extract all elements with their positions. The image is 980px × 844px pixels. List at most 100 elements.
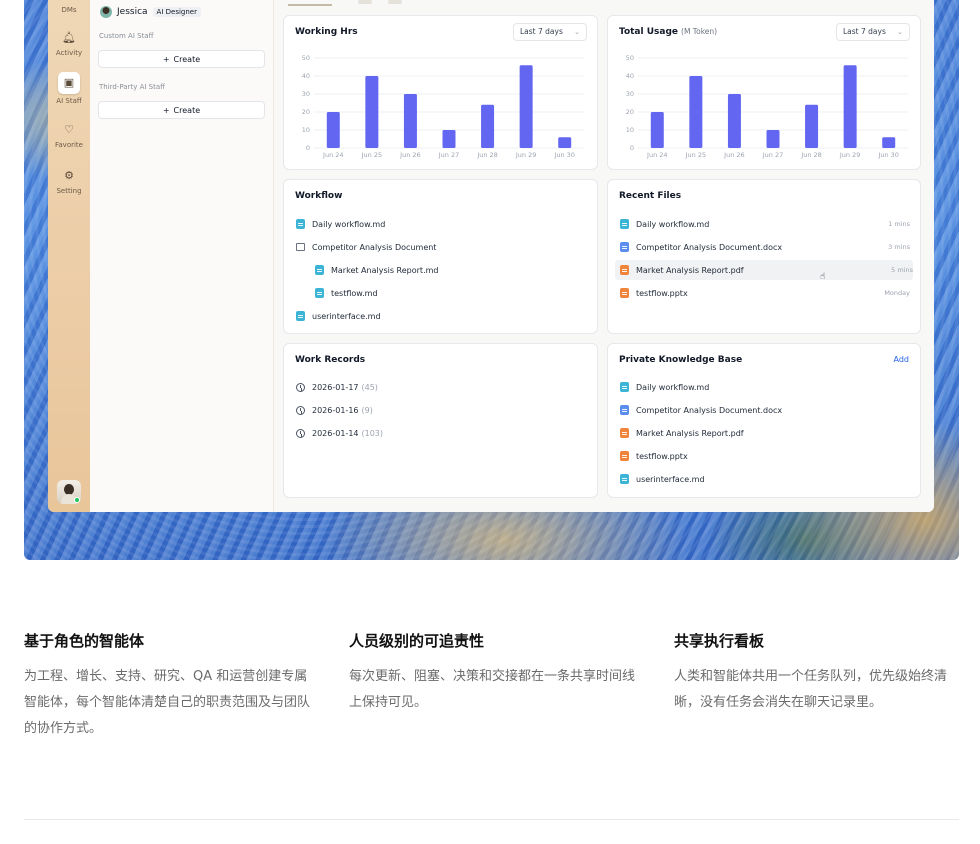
recent-file-row[interactable]: Daily workflow.md 1 mins bbox=[620, 214, 910, 234]
card-title: Working Hrs bbox=[295, 27, 358, 37]
work-record-row[interactable]: 2026-01-17 (45) bbox=[296, 377, 587, 397]
file-name: testflow.pptx bbox=[636, 288, 688, 298]
bar[interactable] bbox=[689, 76, 703, 148]
markdown-file-icon bbox=[296, 311, 305, 321]
tab-bar bbox=[288, 0, 408, 8]
x-tick-label: Jun 24 bbox=[646, 151, 668, 159]
section-divider bbox=[24, 819, 959, 820]
recent-file-row[interactable]: Market Analysis Report.pdf 5 mins bbox=[615, 260, 913, 280]
rail-item-favorite[interactable]: ♡ Favorite bbox=[48, 122, 90, 149]
x-tick-label: Jun 30 bbox=[553, 151, 575, 159]
bar[interactable] bbox=[650, 112, 664, 148]
folder-name: Competitor Analysis Document bbox=[312, 242, 437, 252]
staff-role-badge: AI Designer bbox=[152, 7, 201, 17]
file-name: Market Analysis Report.md bbox=[331, 265, 439, 275]
rail-item-setting[interactable]: ⚙︎ Setting bbox=[48, 168, 90, 195]
workflow-item[interactable]: Market Analysis Report.md bbox=[315, 260, 587, 280]
workflow-item[interactable]: testflow.md bbox=[315, 283, 587, 303]
knowledge-item[interactable]: Daily workflow.md bbox=[620, 377, 910, 397]
x-tick-label: Jun 29 bbox=[839, 151, 861, 159]
folder-icon bbox=[296, 243, 305, 251]
knowledge-item[interactable]: Market Analysis Report.pdf bbox=[620, 423, 910, 443]
record-date: 2026-01-16 bbox=[312, 405, 359, 415]
tab-history[interactable] bbox=[388, 0, 402, 4]
y-tick-label: 0 bbox=[630, 144, 634, 152]
recent-files-card: Recent Files Daily workflow.md 1 mins Co… bbox=[607, 179, 921, 334]
feature-body: 为工程、增长、支持、研究、QA 和运营创建专属智能体，每个智能体清楚自己的职责范… bbox=[24, 669, 311, 736]
bar[interactable] bbox=[403, 94, 417, 148]
bar[interactable] bbox=[882, 137, 896, 148]
knowledge-base-card: Private Knowledge Base Add Daily workflo… bbox=[607, 343, 921, 498]
bar[interactable] bbox=[558, 137, 572, 148]
powerpoint-file-icon bbox=[620, 451, 629, 461]
pdf-file-icon bbox=[620, 265, 629, 275]
work-record-row[interactable]: 2026-01-14 (103) bbox=[296, 423, 587, 443]
x-tick-label: Jun 26 bbox=[399, 151, 421, 159]
y-tick-label: 30 bbox=[626, 90, 634, 98]
x-tick-label: Jun 27 bbox=[438, 151, 460, 159]
tab-settings[interactable] bbox=[358, 0, 372, 4]
card-title: Total Usage (M Token) bbox=[619, 27, 718, 37]
workflow-card: Workflow Daily workflow.md Competitor An… bbox=[283, 179, 598, 334]
file-time: 5 mins bbox=[891, 266, 913, 274]
record-date: 2026-01-17 bbox=[312, 382, 359, 392]
card-title: Recent Files bbox=[619, 191, 682, 201]
knowledge-item[interactable]: userinterface.md bbox=[620, 469, 910, 489]
file-name: Competitor Analysis Document.docx bbox=[636, 405, 783, 415]
y-tick-label: 40 bbox=[302, 72, 310, 80]
create-third-party-staff-button[interactable]: + Create bbox=[98, 101, 265, 119]
add-knowledge-button[interactable]: Add bbox=[894, 355, 910, 364]
file-name: Daily workflow.md bbox=[312, 219, 386, 229]
clock-icon bbox=[296, 405, 305, 415]
current-staff[interactable]: Jessica AI Designer bbox=[100, 6, 201, 18]
work-record-row[interactable]: 2026-01-16 (9) bbox=[296, 400, 587, 420]
recent-file-row[interactable]: testflow.pptx Monday bbox=[620, 283, 910, 303]
tab-active-indicator bbox=[288, 4, 332, 6]
range-select[interactable]: Last 7 days ⌄ bbox=[836, 23, 910, 41]
rail-item-activity[interactable]: 🔔︎ Activity bbox=[48, 30, 90, 57]
x-tick-label: Jun 28 bbox=[476, 151, 498, 159]
bar[interactable] bbox=[365, 76, 379, 148]
knowledge-item[interactable]: testflow.pptx bbox=[620, 446, 910, 466]
pointer-cursor-icon: ☝︎ bbox=[820, 272, 826, 282]
rail-item-label: AI Staff bbox=[56, 97, 82, 105]
file-name: Competitor Analysis Document.docx bbox=[636, 242, 783, 252]
workflow-folder[interactable]: Competitor Analysis Document bbox=[296, 237, 587, 257]
unit-label: (M Token) bbox=[681, 27, 718, 36]
range-select-value: Last 7 days bbox=[843, 27, 886, 36]
record-count: (103) bbox=[361, 428, 384, 438]
record-count: (9) bbox=[361, 405, 373, 415]
y-tick-label: 50 bbox=[626, 54, 634, 62]
y-tick-label: 30 bbox=[302, 90, 310, 98]
knowledge-item[interactable]: Competitor Analysis Document.docx bbox=[620, 400, 910, 420]
recent-file-row[interactable]: Competitor Analysis Document.docx 3 mins bbox=[620, 237, 910, 257]
file-name: Daily workflow.md bbox=[636, 219, 710, 229]
bar[interactable] bbox=[326, 112, 340, 148]
avatar[interactable] bbox=[57, 480, 81, 504]
bar[interactable] bbox=[442, 130, 456, 148]
word-file-icon bbox=[620, 405, 629, 415]
file-name: testflow.pptx bbox=[636, 451, 688, 461]
workflow-item[interactable]: userinterface.md bbox=[296, 306, 587, 326]
staff-avatar-icon bbox=[100, 6, 112, 18]
pdf-file-icon bbox=[620, 428, 629, 438]
rail-item-ai-staff[interactable]: ▣ AI Staff bbox=[48, 72, 90, 105]
gear-icon: ⚙︎ bbox=[64, 169, 74, 182]
file-name: userinterface.md bbox=[312, 311, 381, 321]
range-select[interactable]: Last 7 days ⌄ bbox=[513, 23, 587, 41]
bar[interactable] bbox=[727, 94, 741, 148]
markdown-file-icon bbox=[296, 219, 305, 229]
workflow-item[interactable]: Daily workflow.md bbox=[296, 214, 587, 234]
bar[interactable] bbox=[481, 104, 495, 148]
bar[interactable] bbox=[843, 65, 857, 148]
feature-shared-board: 共享执行看板 人类和智能体共用一个任务队列，优先级始终清晰，没有任务会消失在聊天… bbox=[674, 630, 964, 716]
file-name: Market Analysis Report.pdf bbox=[636, 265, 744, 275]
create-label: Create bbox=[173, 105, 201, 115]
bar[interactable] bbox=[766, 130, 780, 148]
rail-item-dms[interactable]: DMs bbox=[48, 6, 90, 14]
markdown-file-icon bbox=[620, 382, 629, 392]
bar[interactable] bbox=[805, 104, 819, 148]
create-custom-staff-button[interactable]: + Create bbox=[98, 50, 265, 68]
third-party-staff-label: Third-Party AI Staff bbox=[99, 83, 165, 91]
bar[interactable] bbox=[519, 65, 533, 148]
